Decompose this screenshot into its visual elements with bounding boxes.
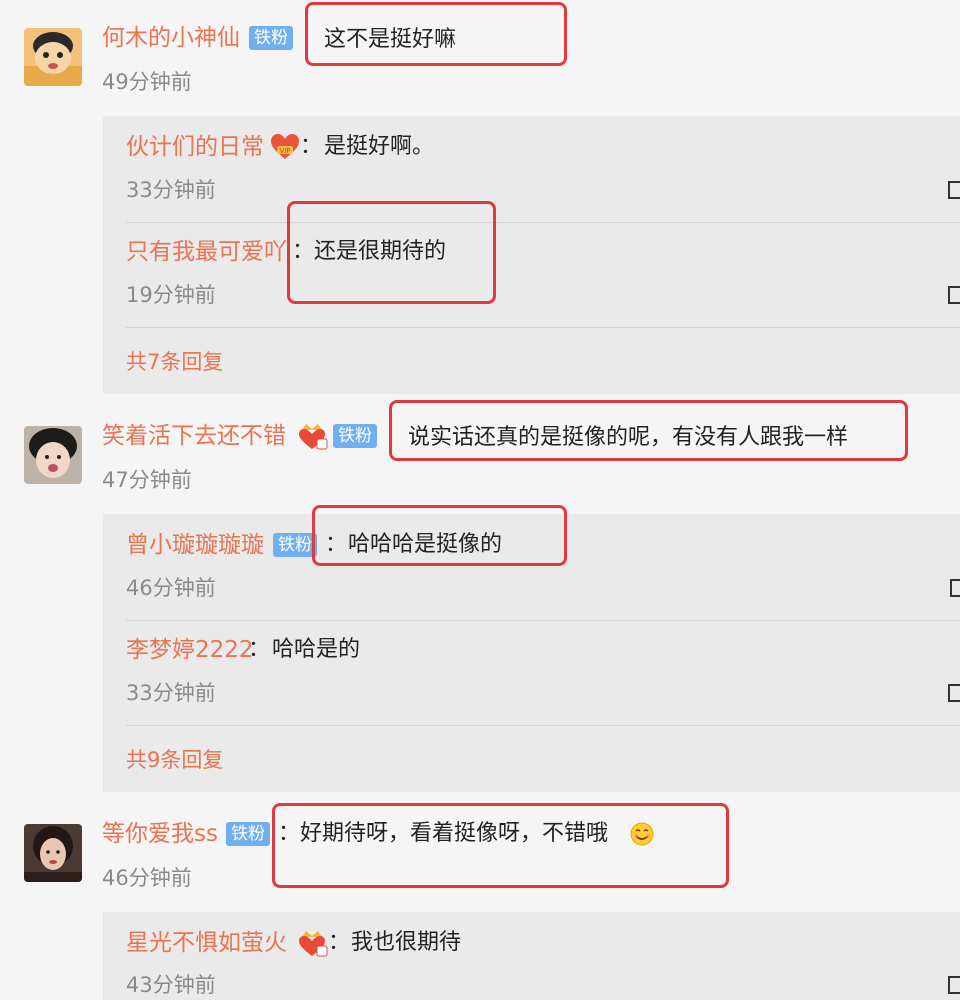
reply-text: 我也很期待 bbox=[351, 930, 462, 955]
fan-badge: 铁粉 bbox=[226, 822, 270, 846]
comment-time: 47分钟前 bbox=[102, 468, 192, 492]
reply-text: 哈哈是的 bbox=[272, 637, 361, 662]
reply-time: 46分钟前 bbox=[126, 576, 216, 600]
svg-text:VIP: VIP bbox=[279, 147, 290, 155]
divider bbox=[126, 327, 960, 328]
vip-heart-icon: VIP bbox=[270, 133, 300, 165]
comment-username[interactable]: 笑着活下去还不错 bbox=[102, 422, 286, 450]
divider bbox=[126, 222, 960, 223]
view-more-replies-link[interactable]: 共9条回复 bbox=[126, 747, 223, 773]
comment-username[interactable]: 何木的小神仙 bbox=[102, 24, 240, 52]
highlight-box bbox=[312, 505, 567, 566]
avatar[interactable] bbox=[24, 824, 82, 882]
divider bbox=[126, 725, 960, 726]
reply-text: 是挺好啊。 bbox=[324, 134, 435, 159]
colon: ： bbox=[328, 930, 351, 955]
divider bbox=[126, 620, 960, 621]
reply-time: 33分钟前 bbox=[126, 178, 216, 202]
highlight-box bbox=[287, 201, 496, 304]
view-more-replies-link[interactable]: 共7条回复 bbox=[126, 349, 223, 375]
comment-time: 49分钟前 bbox=[102, 70, 192, 94]
avatar[interactable] bbox=[24, 28, 82, 86]
fan-badge: 铁粉 bbox=[273, 533, 317, 557]
reply-username[interactable]: 李梦婷2222 bbox=[126, 636, 254, 664]
comment-time: 46分钟前 bbox=[102, 866, 192, 890]
reply-username[interactable]: 伙计们的日常 bbox=[126, 133, 264, 161]
colon: ： bbox=[300, 134, 323, 159]
reply-icon[interactable] bbox=[950, 579, 960, 597]
colon: ： bbox=[248, 637, 271, 662]
reply-username[interactable]: 只有我最可爱吖 bbox=[126, 238, 287, 266]
fan-badge: 铁粉 bbox=[249, 26, 293, 50]
reply-username[interactable]: 星光不惧如萤火 bbox=[126, 929, 287, 957]
reply-time: 33分钟前 bbox=[126, 681, 216, 705]
comment-username[interactable]: 等你爱我ss bbox=[102, 820, 218, 848]
reply-icon[interactable] bbox=[948, 286, 960, 304]
avatar[interactable] bbox=[24, 426, 82, 484]
fan-badge: 铁粉 bbox=[333, 424, 377, 448]
comment-feed: 何木的小神仙 铁粉 这不是挺好嘛 49分钟前 伙计们的日常 VIP ： 是挺好啊… bbox=[0, 0, 960, 1000]
reply-username[interactable]: 曾小璇璇璇璇 bbox=[126, 531, 264, 559]
reply-icon[interactable] bbox=[948, 976, 960, 994]
highlight-box bbox=[272, 803, 729, 888]
reply-icon[interactable] bbox=[948, 181, 960, 199]
crown-heart-icon bbox=[296, 422, 328, 454]
highlight-box bbox=[389, 400, 908, 461]
reply-time: 43分钟前 bbox=[126, 973, 216, 997]
reply-time: 19分钟前 bbox=[126, 283, 216, 307]
highlight-box bbox=[305, 2, 567, 66]
crown-heart-icon bbox=[296, 929, 328, 961]
reply-icon[interactable] bbox=[948, 684, 960, 702]
